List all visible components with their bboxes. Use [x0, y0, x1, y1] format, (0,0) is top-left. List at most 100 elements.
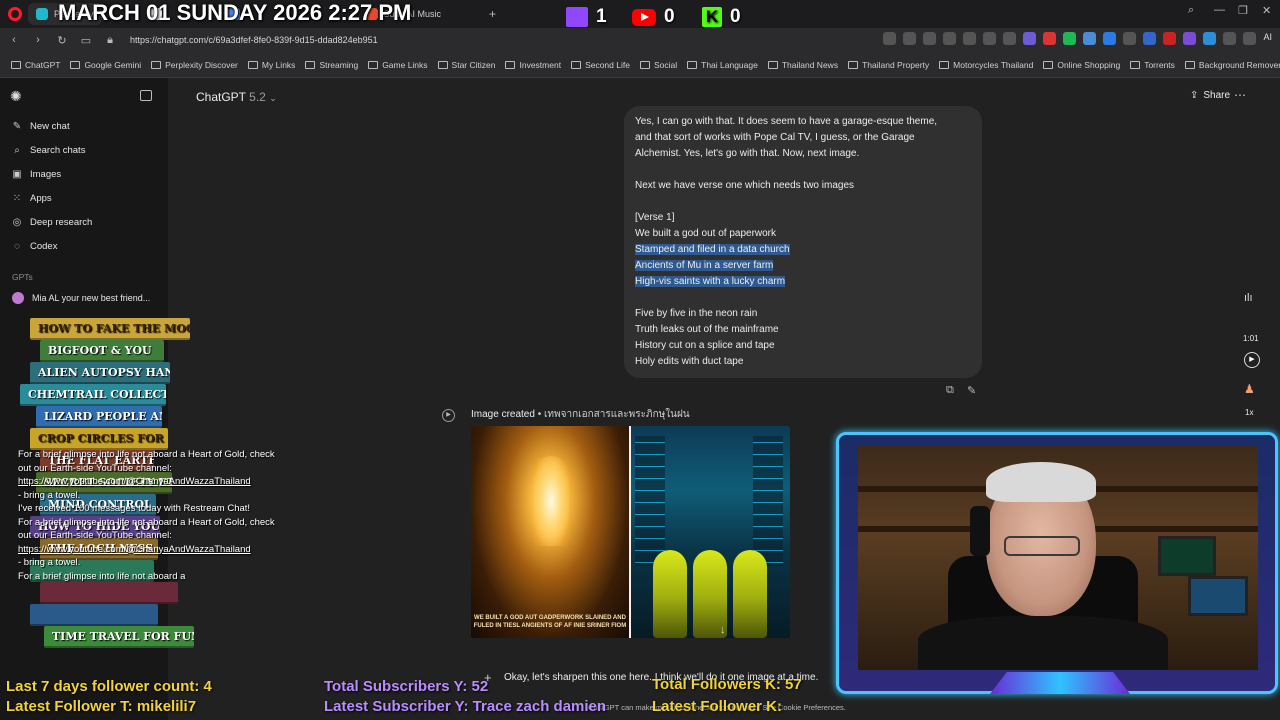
latest-follower-twitch: Latest Follower T: mikelili7	[6, 698, 197, 715]
server-rack	[635, 436, 665, 566]
extension-icon[interactable]	[883, 32, 897, 45]
share-button[interactable]: ⇪ Share	[1190, 90, 1230, 101]
more-options-icon[interactable]: ⋯	[1234, 88, 1246, 102]
message-text: Holy edits with duct tape	[635, 356, 744, 367]
youtube-count: 0	[664, 6, 675, 27]
minimize-icon[interactable]: —	[1214, 4, 1225, 16]
message-line: Yes, I can go with that. It does seem to…	[635, 114, 971, 130]
bookmark-item[interactable]: Thailand Property	[843, 60, 934, 70]
back-icon[interactable]: ‹	[4, 34, 24, 46]
generated-image-right[interactable]	[631, 426, 790, 638]
opera-icon[interactable]	[8, 7, 22, 21]
tabs-overview-icon[interactable]: ▭	[76, 34, 96, 47]
bookmark-item[interactable]: Thailand News	[763, 60, 843, 70]
read-aloud-icon[interactable]: ▶	[442, 409, 455, 422]
screen: Perplexity Suno AI Music + ⌕ — ❐ ✕ ‹ › ↻…	[0, 0, 1280, 720]
copy-icon[interactable]: ⧉	[946, 384, 954, 397]
bookmark-item[interactable]: Thai Language	[682, 60, 763, 70]
extension-icon[interactable]	[1123, 32, 1137, 45]
bookmark-item[interactable]: Google Gemini	[65, 60, 146, 70]
sidebar-item-images[interactable]: ▣ Images	[0, 162, 168, 186]
chatgpt-logo-icon[interactable]: ✺	[10, 88, 22, 105]
bookmark-item[interactable]: Star Citizen	[433, 60, 501, 70]
sidebar-item-deep-research[interactable]: ◎ Deep research	[0, 210, 168, 234]
message-line: Truth leaks out of the mainframe	[635, 322, 971, 338]
extension-icon[interactable]	[1143, 32, 1157, 45]
images-icon: ▣	[12, 168, 22, 180]
message-text: Ancients of Mu in a server farm	[635, 260, 774, 271]
extension-icon[interactable]	[1043, 32, 1057, 45]
extension-icon[interactable]	[1003, 32, 1017, 45]
sidebar-item-label: Apps	[30, 192, 52, 204]
reload-icon[interactable]: ↻	[52, 34, 72, 47]
bookmark-item[interactable]: Background Remover	[1180, 60, 1280, 70]
extension-icon[interactable]	[1163, 32, 1177, 45]
heart-icon[interactable]	[943, 32, 957, 45]
message-text: [Verse 1]	[635, 212, 675, 223]
bookmark-item[interactable]: Streaming	[300, 60, 363, 70]
bookmark-item[interactable]: Second Life	[566, 60, 635, 70]
ai-label[interactable]: AI	[1263, 32, 1272, 45]
sidebar-item-search-chats[interactable]: ⌕ Search chats	[0, 138, 168, 162]
latest-follower-kick: Latest Follower K:	[652, 698, 783, 715]
sidebar-item-gpt[interactable]: Mia AL your new best friend...	[0, 286, 168, 310]
extension-icon[interactable]	[1183, 32, 1197, 45]
bookmark-item[interactable]: Social	[635, 60, 682, 70]
search-tabs-icon[interactable]: ⌕	[1188, 4, 1194, 17]
sidebar-item-new-chat[interactable]: ✎ New chat	[0, 114, 168, 138]
bookmark-item[interactable]: Game Links	[363, 60, 432, 70]
avatar[interactable]: ♟	[1244, 382, 1258, 398]
extension-icon[interactable]	[923, 32, 937, 45]
sidebar-item-label: Codex	[30, 240, 58, 252]
close-icon[interactable]: ✕	[1262, 4, 1271, 17]
download-icon[interactable]: ↓	[720, 624, 726, 636]
total-followers-kick: Total Followers K: 57	[652, 676, 802, 693]
extension-icon[interactable]	[1083, 32, 1097, 45]
user-message-bubble: Yes, I can go with that. It does seem to…	[624, 106, 982, 378]
sidebar-item-apps[interactable]: ⁙ Apps	[0, 186, 168, 210]
chat-message[interactable]: https://www.youtube.com/@ChanyaAndWazzaT…	[18, 543, 280, 557]
extension-icons: AI	[883, 32, 1272, 45]
bookmark-item[interactable]: My Links	[243, 60, 301, 70]
bookmark-item[interactable]: Investment	[500, 60, 566, 70]
extension-icon[interactable]	[1243, 32, 1257, 45]
folder-icon	[437, 60, 448, 69]
extension-icon[interactable]	[1063, 32, 1077, 45]
separator: •	[537, 409, 542, 420]
sidebar-item-label: Search chats	[30, 144, 86, 156]
extension-icon[interactable]	[1023, 32, 1037, 45]
generated-image-left[interactable]: WE BUILT A GOD AUT GADPERWORK SLAINED AN…	[471, 426, 629, 638]
extension-icon[interactable]	[903, 32, 917, 45]
new-tab-icon[interactable]: +	[489, 7, 496, 21]
audio-play-button[interactable]: ▶	[1244, 352, 1260, 368]
playback-speed[interactable]: 1x	[1245, 408, 1253, 417]
extension-icon[interactable]	[983, 32, 997, 45]
book-spine: HOW TO FAKE THE MOON LANDING	[30, 318, 190, 340]
message-text: We built a god out of paperwork	[635, 228, 777, 239]
extension-icon[interactable]	[1223, 32, 1237, 45]
bookmark-label: Thailand News	[781, 59, 839, 70]
bookmark-item[interactable]: Perplexity Discover	[146, 60, 243, 70]
message-line: Holy edits with duct tape	[635, 354, 971, 370]
bookmark-label: My Links	[261, 59, 296, 70]
bookmark-item[interactable]: ChatGPT	[6, 60, 65, 70]
extension-icon[interactable]	[1103, 32, 1117, 45]
bookmark-item[interactable]: Torrents	[1125, 60, 1180, 70]
sidebar-item-codex[interactable]: ◌ Codex	[0, 234, 168, 258]
voice-waveform-icon[interactable]: ılı	[1244, 292, 1253, 304]
bookmark-item[interactable]: Motorcycles Thailand	[934, 60, 1038, 70]
forward-icon[interactable]: ›	[28, 34, 48, 46]
sidebar-toggle-icon[interactable]	[140, 90, 152, 101]
twitch-viewers: 1	[566, 6, 607, 28]
folder-icon	[1043, 60, 1054, 69]
maximize-icon[interactable]: ❐	[1238, 4, 1248, 17]
edit-icon[interactable]: ✎	[967, 384, 976, 397]
folder-icon	[571, 60, 582, 69]
chat-message[interactable]: https://www.youtube.com/@ChanyaAndWazzaT…	[18, 475, 280, 489]
glasses	[1004, 536, 1080, 556]
model-selector[interactable]: ChatGPT 5.2 ⌄	[196, 90, 277, 104]
extension-icon[interactable]	[963, 32, 977, 45]
bookmark-item[interactable]: Online Shopping	[1038, 60, 1125, 70]
url-field[interactable]: https://chatgpt.com/c/69a3dfef-8fe0-839f…	[130, 35, 378, 45]
extension-icon[interactable]	[1203, 32, 1217, 45]
